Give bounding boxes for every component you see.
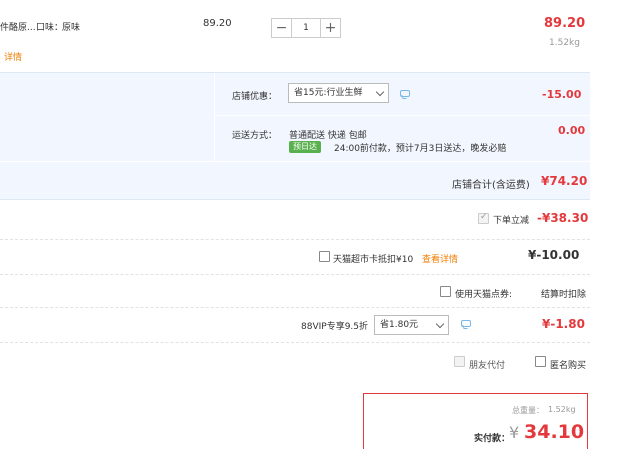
supermarket-card-link[interactable]: 查看详情 [422,252,458,265]
quantity-minus-button[interactable]: − [271,18,292,38]
instant-discount-value: -¥38.30 [537,211,589,225]
flavor-value: 原味 [62,23,81,33]
item-weight: 1.52kg [549,38,580,48]
shop-divider-vertical [214,73,215,161]
shop-total-value: ¥74.20 [541,174,588,188]
points-checkbox[interactable] [440,286,451,297]
anonymous-checkbox[interactable] [535,356,546,367]
pay-total: 34.10 [524,421,585,443]
chevron-down-icon [435,319,445,329]
shop-total-label: 店铺合计(含运费) [452,180,530,191]
item-title[interactable]: 件酪原... [0,20,36,33]
divider [0,274,590,275]
supermarket-card-label: 天猫超市卡抵扣¥10 [333,255,414,265]
quantity-value: 1 [303,23,309,33]
vip-discount-select-value: 省1.80元 [380,320,419,330]
item-row: 件酪原... 口味： 原味 详情 89.20 − 1 + 89.20 1.52k… [0,0,590,72]
delivery-badge: 预日达 [289,141,321,153]
shipping-label: 运送方式： [232,131,278,141]
friend-pay-label: 朋友代付 [469,361,506,371]
shop-discount-select[interactable]: 省15元:行业生鲜 [288,83,389,103]
total-weight-label: 总重量： [512,406,544,415]
delivery-note: 24:00前付款，预计7月3日送达，晚发必赔 [334,144,507,154]
points-label: 使用天猫点券: [455,290,513,300]
flavor-label: 口味： [36,23,64,33]
quantity-input[interactable]: 1 [292,18,320,38]
shipping-fee: 0.00 [558,124,586,137]
vip-label: 88VIP专享9.5折 [301,322,369,332]
divider [0,342,590,343]
shop-panel: 店铺优惠： 省15元:行业生鲜 -15.00 运送方式： 普通配送 快递 包邮 … [0,72,590,200]
plus-icon: + [324,20,337,36]
item-detail-link[interactable]: 详情 [4,50,22,63]
points-value: 结算时扣除 [541,290,587,300]
shop-discount-label: 店铺优惠： [232,92,278,102]
friend-pay-checkbox[interactable] [454,356,465,367]
item-subtotal: 89.20 [544,16,586,31]
shop-discount-select-value: 省15元:行业生鲜 [294,88,363,98]
unit-price: 89.20 [203,18,232,29]
shop-discount-amount: -15.00 [542,88,582,101]
chevron-down-icon [375,87,385,97]
instant-discount-checkbox [478,212,489,224]
divider [0,239,590,240]
chat-icon[interactable] [461,320,471,327]
anonymous-label: 匿名购买 [550,361,587,371]
instant-discount-label: 下单立减 [493,216,530,226]
quantity-plus-button[interactable]: + [320,18,341,38]
vip-value: ¥-1.80 [542,317,585,331]
supermarket-card-value: ¥-10.00 [528,248,580,262]
pay-label: 实付款： [474,434,511,444]
chat-icon[interactable] [400,90,410,97]
divider [0,307,590,308]
supermarket-card-checkbox[interactable] [319,251,330,262]
shop-divider-horizontal [214,115,590,116]
total-weight-value: 1.52kg [548,405,576,414]
pay-currency: ¥ [509,423,520,442]
vip-discount-select[interactable]: 省1.80元 [374,315,449,335]
delivery-badge-text: 预日达 [293,142,317,151]
shipping-methods: 普通配送 快递 包邮 [289,131,367,141]
shop-divider-total [0,161,590,162]
payment-summary: 总重量： 1.52kg 实付款： ¥ 34.10 [363,393,588,449]
minus-icon: − [275,20,288,36]
